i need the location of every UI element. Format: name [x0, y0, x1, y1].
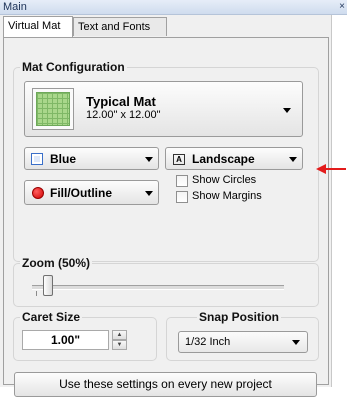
orientation-select[interactable]: A Landscape — [165, 147, 303, 170]
virtual-mat-tab-body: Mat Configuration Typical Mat 12.00" x 1… — [3, 37, 329, 397]
panel-title: Main — [3, 1, 27, 13]
tab-text-and-fonts[interactable]: Text and Fonts — [73, 17, 167, 36]
red-dot-icon — [32, 187, 44, 199]
mat-preview — [32, 88, 74, 130]
close-icon[interactable]: × — [339, 0, 345, 14]
mat-selector-button[interactable]: Typical Mat 12.00" x 12.00" — [24, 81, 303, 137]
mat-configuration-legend: Mat Configuration — [20, 60, 127, 74]
mat-configuration-group: Mat Configuration Typical Mat 12.00" x 1… — [13, 60, 319, 262]
zoom-slider-thumb[interactable] — [43, 275, 53, 296]
chevron-down-icon — [289, 157, 297, 162]
color-select[interactable]: Blue — [24, 147, 159, 170]
show-circles-checkbox[interactable] — [176, 175, 188, 187]
mat-size: 12.00" x 12.00" — [86, 109, 161, 121]
mat-name: Typical Mat — [86, 94, 156, 109]
caret-size-input[interactable]: 1.00" — [22, 330, 109, 350]
zoom-slider-track[interactable] — [32, 285, 284, 290]
tab-virtual-mat[interactable]: Virtual Mat — [3, 16, 73, 37]
landscape-icon: A — [173, 154, 185, 165]
spin-down-icon[interactable]: ▼ — [112, 340, 127, 350]
chevron-down-icon — [292, 340, 300, 345]
show-margins-checkbox[interactable] — [176, 191, 188, 203]
blue-square-icon — [31, 153, 43, 165]
spin-up-icon[interactable]: ▲ — [112, 330, 127, 340]
red-arrow-head — [316, 164, 326, 174]
zoom-legend: Zoom (50%) — [20, 256, 93, 270]
snap-position-group: Snap Position 1/32 Inch — [166, 310, 319, 361]
snap-position-select[interactable]: 1/32 Inch — [178, 331, 308, 353]
red-arrow-shaft — [326, 168, 346, 170]
apply-settings-button[interactable]: Use these settings on every new project — [14, 372, 317, 397]
show-margins-label: Show Margins — [192, 190, 262, 202]
fill-style-select-value: Fill/Outline — [50, 186, 112, 200]
panel-title-bar: Main × — [0, 0, 347, 15]
caret-size-group: Caret Size 1.00" ▲ ▼ — [13, 310, 157, 361]
caret-size-legend: Caret Size — [20, 310, 83, 324]
orientation-select-value: Landscape — [192, 152, 255, 166]
slider-tick — [36, 291, 37, 296]
chevron-down-icon — [145, 191, 153, 196]
green-grid-mat-icon — [36, 92, 70, 126]
chevron-down-icon — [283, 108, 291, 113]
chevron-down-icon — [145, 157, 153, 162]
snap-position-legend: Snap Position — [197, 310, 282, 324]
main-panel: Virtual Mat Text and Fonts Mat Configura… — [0, 15, 332, 397]
zoom-group: Zoom (50%) — [13, 256, 319, 307]
snap-position-value: 1/32 Inch — [185, 336, 231, 348]
fill-style-select[interactable]: Fill/Outline — [24, 180, 159, 205]
color-select-value: Blue — [50, 152, 77, 166]
show-circles-label: Show Circles — [192, 174, 257, 186]
